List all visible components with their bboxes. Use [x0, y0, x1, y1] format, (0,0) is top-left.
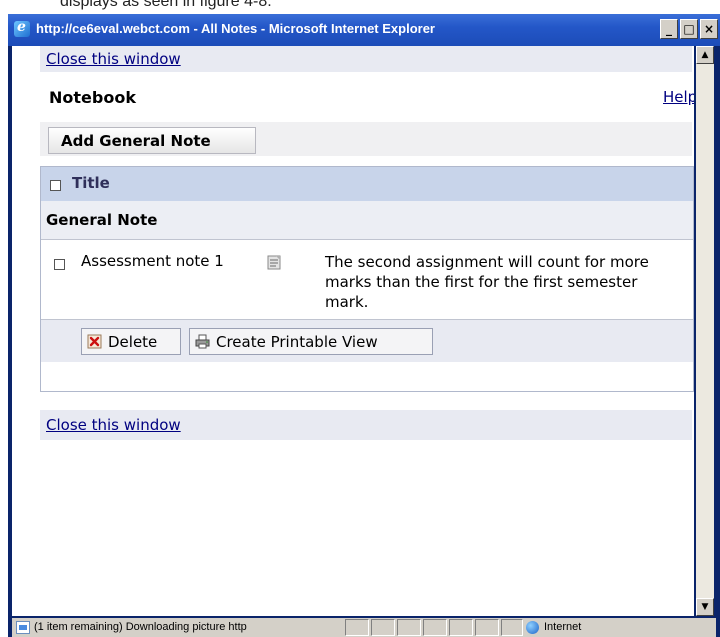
- table-header-row: Title: [41, 167, 693, 201]
- status-pane: [475, 619, 499, 636]
- close-window-link-top[interactable]: Close this window: [46, 50, 181, 68]
- close-window-bar-bottom: Close this window: [40, 410, 692, 440]
- status-pane: [345, 619, 369, 636]
- toolbar: Add General Note: [40, 122, 692, 156]
- status-pane: [423, 619, 447, 636]
- status-pane: [371, 619, 395, 636]
- delete-label: Delete: [108, 333, 158, 351]
- maximize-button[interactable]: □: [680, 19, 698, 39]
- notes-table: Title General Note Assessment note 1 The…: [40, 166, 694, 392]
- page-content: Close this window Notebook Help Add Gene…: [12, 46, 694, 616]
- action-row: Delete Create Printable View: [41, 319, 693, 362]
- status-pane: [397, 619, 421, 636]
- close-window-bar-top: Close this window: [40, 46, 692, 72]
- edit-note-icon[interactable]: [267, 255, 281, 270]
- page-loading-icon: [16, 621, 30, 634]
- document-caption: displays as seen in figure 4-8.: [60, 0, 272, 10]
- create-printable-view-button[interactable]: Create Printable View: [189, 328, 433, 355]
- note-title[interactable]: Assessment note 1: [81, 252, 224, 270]
- close-button[interactable]: ×: [700, 19, 718, 39]
- add-general-note-button[interactable]: Add General Note: [48, 127, 256, 154]
- note-checkbox[interactable]: [54, 259, 65, 270]
- scroll-track[interactable]: [696, 64, 714, 598]
- note-text: The second assignment will count for mor…: [325, 253, 649, 311]
- internet-explorer-icon: [14, 19, 30, 37]
- note-group-row: General Note: [41, 201, 693, 239]
- group-label: General Note: [46, 211, 158, 229]
- select-all-checkbox[interactable]: [50, 180, 61, 191]
- browser-window: http://ce6eval.webct.com - All Notes - M…: [8, 14, 720, 637]
- notebook-title: Notebook: [49, 88, 136, 107]
- printer-icon: [195, 334, 210, 349]
- status-text: (1 item remaining) Downloading picture h…: [34, 621, 247, 633]
- title-column-header[interactable]: Title: [72, 174, 110, 192]
- window-controls: _ □ ×: [660, 19, 718, 39]
- status-pane: [449, 619, 473, 636]
- delete-button[interactable]: Delete: [81, 328, 181, 355]
- status-pane: [501, 619, 523, 636]
- internet-zone-icon: [526, 621, 539, 634]
- minimize-button[interactable]: _: [660, 19, 678, 39]
- title-bar[interactable]: http://ce6eval.webct.com - All Notes - M…: [8, 14, 720, 46]
- print-label: Create Printable View: [216, 333, 378, 351]
- delete-icon: [87, 334, 102, 349]
- vertical-scrollbar[interactable]: ▲ ▼: [696, 46, 714, 616]
- close-window-link-bottom[interactable]: Close this window: [46, 416, 181, 434]
- scroll-down-arrow-icon[interactable]: ▼: [696, 598, 714, 616]
- status-bar: (1 item remaining) Downloading picture h…: [12, 618, 716, 637]
- window-title: http://ce6eval.webct.com - All Notes - M…: [36, 21, 435, 36]
- table-row: Assessment note 1 The second assignment …: [41, 239, 693, 319]
- security-zone-label: Internet: [544, 621, 582, 633]
- help-link[interactable]: Help: [663, 88, 694, 106]
- scroll-up-arrow-icon[interactable]: ▲: [696, 46, 714, 64]
